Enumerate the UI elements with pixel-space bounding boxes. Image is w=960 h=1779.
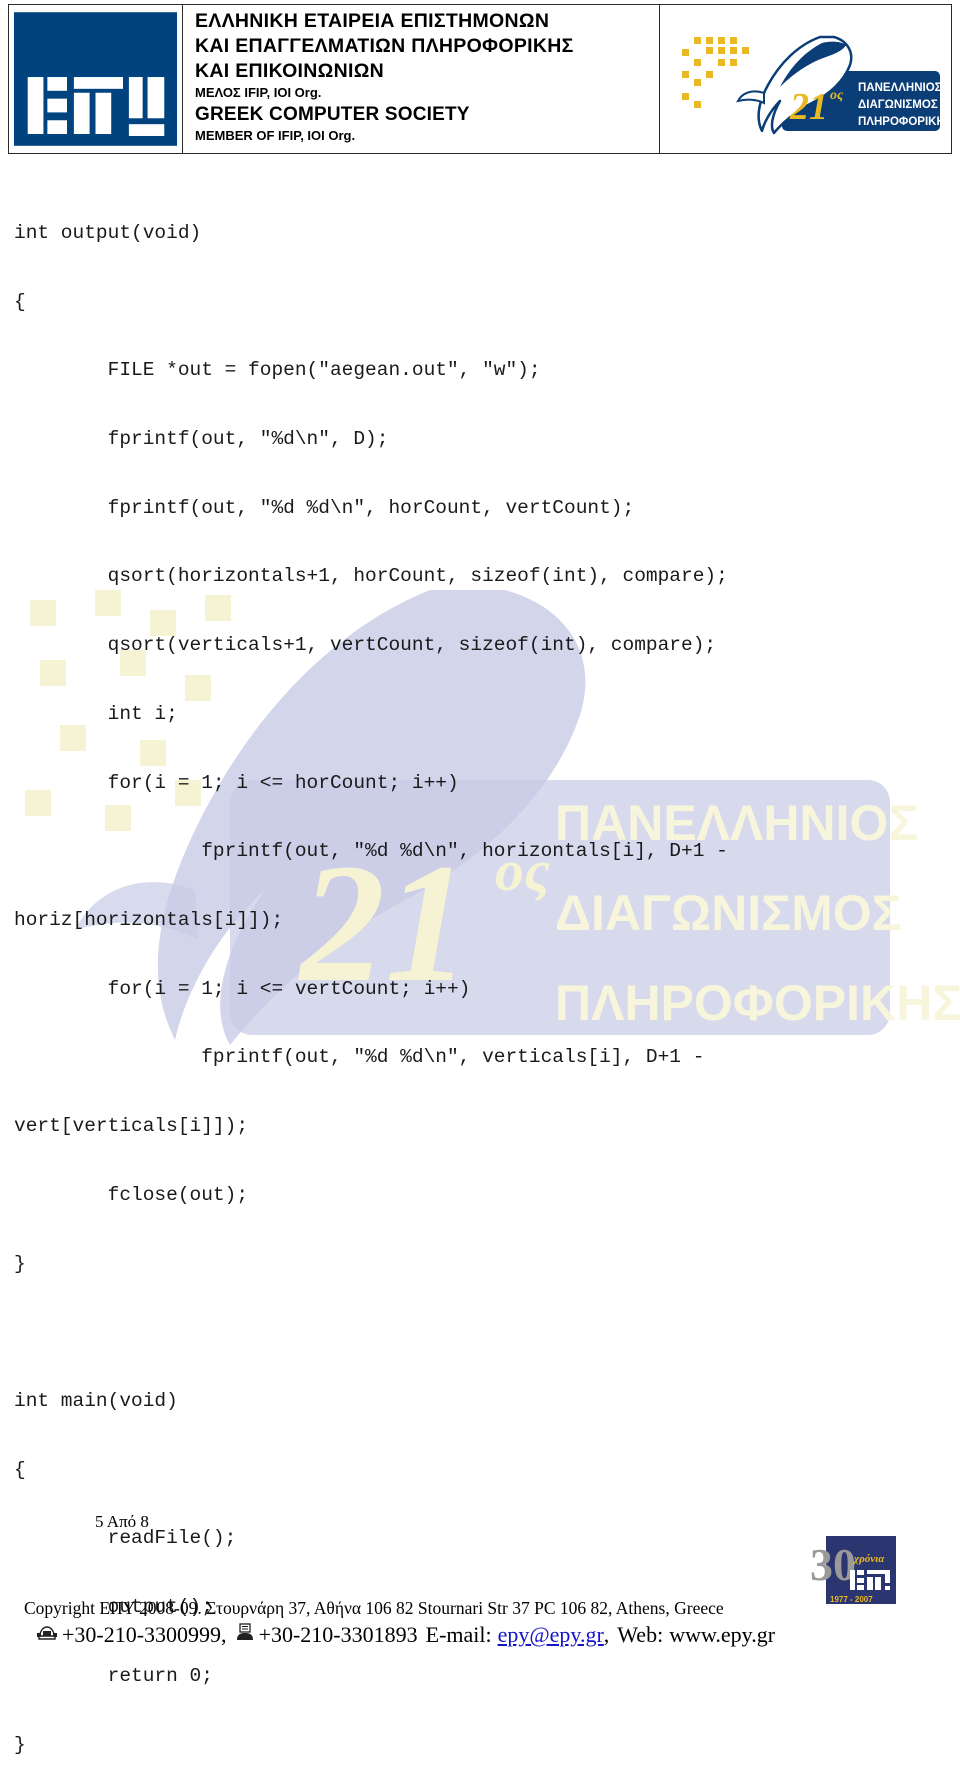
code-line: fprintf(out, "%d %d\n", verticals[i], D+… xyxy=(14,1046,705,1069)
member-english-label: MEMBER OF IFIP, IOI Org. xyxy=(195,128,356,143)
organization-name-block: ΕΛΛΗΝΙΚΗ ΕΤΑΙΡΕΙΑ ΕΠΙΣΤΗΜΟΝΩΝ ΚΑΙ ΕΠΑΓΓΕ… xyxy=(183,4,660,154)
org-line-2: ΚΑΙ ΕΠΑΓΓΕΛΜΑΤΙΩΝ ΠΛΗΡΟΦΟΡΙΚΗΣ xyxy=(195,35,574,57)
anniversary-number: 30 xyxy=(810,1539,856,1590)
code-line: } xyxy=(14,1252,26,1275)
code-line: horiz[horizontals[i]]); xyxy=(14,909,284,931)
code-line: fprintf(out, "%d %d\n", horCount, vertCo… xyxy=(14,496,635,519)
svg-text:ΔΙΑΓΩΝΙΣΜΟΣ: ΔΙΑΓΩΝΙΣΜΟΣ xyxy=(858,99,938,111)
code-line: readFile(); xyxy=(14,1527,237,1550)
web-address: www.epy.gr xyxy=(669,1622,776,1647)
epy-30-years-icon: 30 χρόνια 1977 - 2007 xyxy=(810,1536,896,1604)
dolphin-logo-icon: 21 ος ΠΑΝΕΛΛΗΝΙΟΣ ΔΙΑΓΩΝΙΣΜΟΣ ΠΛΗΡΟΦΟΡΙΚ… xyxy=(681,35,940,135)
svg-text:ΠΛΗΡΟΦΟΡΙΚΗΣ: ΠΛΗΡΟΦΟΡΙΚΗΣ xyxy=(858,116,940,128)
email-separator: , xyxy=(603,1622,610,1647)
contact-line: +30-210-3300999, +30-210-3301893 E-mail:… xyxy=(0,1620,960,1650)
source-code-block: int output(void) { FILE *out = fopen("ae… xyxy=(14,176,944,1779)
code-line: vert[verticals[i]]); xyxy=(14,1115,249,1138)
web-label: Web: xyxy=(617,1622,664,1647)
svg-text:ΠΑΝΕΛΛΗΝΙΟΣ: ΠΑΝΕΛΛΗΝΙΟΣ xyxy=(858,82,940,94)
anniversary-years: 1977 - 2007 xyxy=(830,1595,873,1604)
fax-number: +30-210-3301893 xyxy=(258,1622,418,1647)
competition-logo-cell: 21 ος ΠΑΝΕΛΛΗΝΙΟΣ ΔΙΑΓΩΝΙΣΜΟΣ ΠΛΗΡΟΦΟΡΙΚ… xyxy=(660,4,952,154)
code-line: int main(void) xyxy=(14,1390,178,1413)
code-line: fclose(out); xyxy=(14,1183,249,1206)
telephone-icon xyxy=(36,1620,58,1650)
fax-icon xyxy=(235,1620,255,1650)
code-line: for(i = 1; i <= vertCount; i++) xyxy=(14,977,471,1000)
email-link[interactable]: epy@epy.gr xyxy=(498,1620,604,1650)
code-line: FILE *out = fopen("aegean.out", "w"); xyxy=(14,359,541,382)
member-greek-label: ΜΕΛΟΣ IFIP, IOI Org. xyxy=(195,85,322,100)
code-line: for(i = 1; i <= horCount; i++) xyxy=(14,771,459,794)
code-line: fprintf(out, "%d\n", D); xyxy=(14,427,389,450)
phone-number: +30-210-3300999, xyxy=(62,1622,227,1647)
code-line: int i; xyxy=(14,702,178,725)
code-line: return 0; xyxy=(14,1664,213,1687)
svg-text:ος: ος xyxy=(830,88,844,103)
email-label: E-mail: xyxy=(425,1622,492,1647)
code-line: } xyxy=(14,1733,26,1756)
code-line: qsort(verticals+1, vertCount, sizeof(int… xyxy=(14,634,717,657)
code-line: { xyxy=(14,1458,26,1481)
org-line-3: ΚΑΙ ΕΠΙΚΟΙΝΩΝΙΩΝ xyxy=(195,60,385,82)
epy-logo-cell xyxy=(8,4,183,154)
document-footer: 30 χρόνια 1977 - 2007 Copyright ΕΠΥ 2008… xyxy=(0,1536,960,1650)
page-number: 5 Από 8 xyxy=(95,1512,149,1531)
code-line: fprintf(out, "%d %d\n", horizontals[i], … xyxy=(14,840,728,863)
code-line: { xyxy=(14,290,26,313)
document-header: ΕΛΛΗΝΙΚΗ ΕΤΑΙΡΕΙΑ ΕΠΙΣΤΗΜΟΝΩΝ ΚΑΙ ΕΠΑΓΓΕ… xyxy=(8,4,952,154)
code-line: int output(void) xyxy=(14,221,202,244)
svg-text:21: 21 xyxy=(789,86,828,128)
org-english-name: GREEK COMPUTER SOCIETY xyxy=(195,104,470,125)
epy-logo-icon xyxy=(13,12,178,146)
org-line-1: ΕΛΛΗΝΙΚΗ ΕΤΑΙΡΕΙΑ ΕΠΙΣΤΗΜΟΝΩΝ xyxy=(195,10,550,32)
code-line: qsort(horizontals+1, horCount, sizeof(in… xyxy=(14,565,728,588)
anniversary-word: χρόνια xyxy=(852,1553,885,1565)
